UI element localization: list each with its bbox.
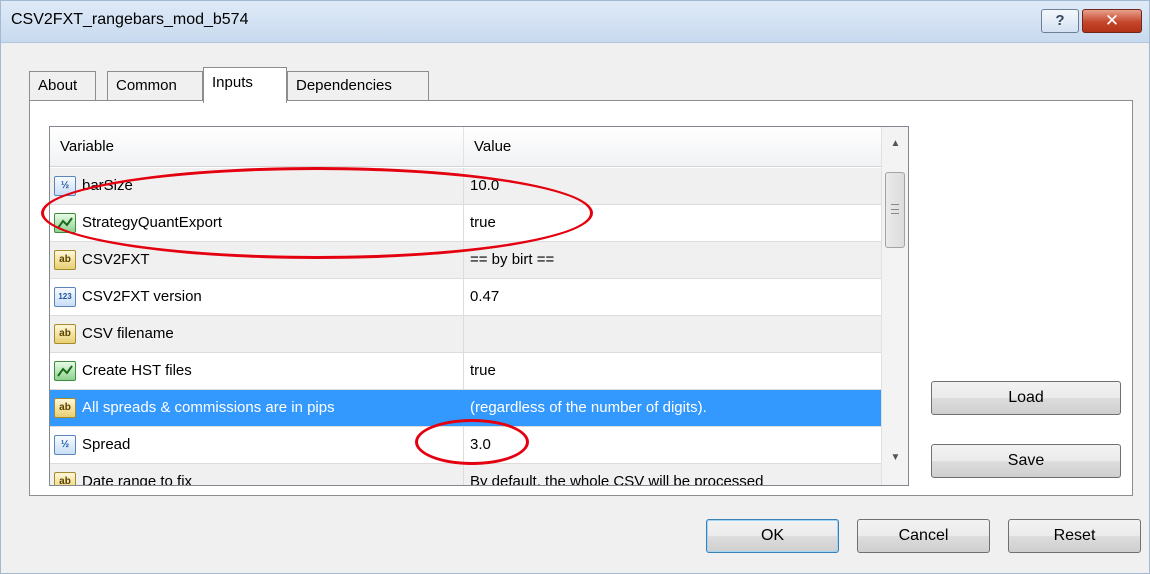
variable-cell: ab CSV2FXT bbox=[50, 242, 464, 278]
string-type-icon: ab bbox=[54, 472, 76, 485]
variable-name: Date range to fix bbox=[82, 473, 193, 486]
help-button[interactable]: ? bbox=[1041, 9, 1079, 33]
variable-name: CSV2FXT bbox=[82, 251, 150, 268]
value-cell[interactable]: (regardless of the number of digits). bbox=[464, 390, 882, 426]
value-cell[interactable]: true bbox=[464, 205, 882, 241]
value-cell[interactable]: true bbox=[464, 353, 882, 389]
grid-row-date-range[interactable]: ab Date range to fix By default, the who… bbox=[50, 464, 882, 486]
tab-about[interactable]: About bbox=[29, 71, 96, 101]
tab-dependencies[interactable]: Dependencies bbox=[287, 71, 429, 101]
variable-cell: ab CSV filename bbox=[50, 316, 464, 352]
value-cell[interactable]: == by birt == bbox=[464, 242, 882, 278]
variable-cell: ½ barSize bbox=[50, 168, 464, 204]
dialog-window: CSV2FXT_rangebars_mod_b574 ? ✕ About Com… bbox=[0, 0, 1150, 574]
grid-header: Variable Value bbox=[50, 127, 882, 167]
window-title: CSV2FXT_rangebars_mod_b574 bbox=[11, 11, 249, 28]
bool-type-icon bbox=[54, 213, 76, 233]
variable-name: CSV filename bbox=[82, 325, 174, 342]
load-button[interactable]: Load bbox=[931, 381, 1121, 415]
grid-row-csv-filename[interactable]: ab CSV filename bbox=[50, 316, 882, 353]
variable-cell: Create HST files bbox=[50, 353, 464, 389]
string-type-icon: ab bbox=[54, 250, 76, 270]
close-button[interactable]: ✕ bbox=[1082, 9, 1142, 33]
value-cell[interactable]: 10.0 bbox=[464, 168, 882, 204]
scrollbar-thumb[interactable] bbox=[885, 172, 905, 248]
grid-row-create-hst-files[interactable]: Create HST files true bbox=[50, 353, 882, 390]
value-cell[interactable]: 3.0 bbox=[464, 427, 882, 463]
double-type-icon: ½ bbox=[54, 435, 76, 455]
value-cell[interactable]: 0.47 bbox=[464, 279, 882, 315]
cancel-button[interactable]: Cancel bbox=[857, 519, 990, 553]
ok-button[interactable]: OK bbox=[706, 519, 839, 553]
variable-name: Spread bbox=[82, 436, 131, 453]
grid-row-spread[interactable]: ½ Spread 3.0 bbox=[50, 427, 882, 464]
grid-row-strategyquantexport[interactable]: StrategyQuantExport true bbox=[50, 205, 882, 242]
column-header-variable[interactable]: Variable bbox=[50, 127, 464, 167]
int-type-icon: 123 bbox=[54, 287, 76, 307]
variable-name: All spreads & commissions are in pips bbox=[82, 399, 335, 416]
column-header-value[interactable]: Value bbox=[464, 127, 882, 167]
reset-button[interactable]: Reset bbox=[1008, 519, 1141, 553]
vertical-scrollbar[interactable]: ▲ ▼ bbox=[881, 127, 908, 485]
grid-row-spreads-note[interactable]: ab All spreads & commissions are in pips… bbox=[50, 390, 882, 427]
variable-cell: ab All spreads & commissions are in pips bbox=[50, 390, 464, 426]
scroll-up-arrow-icon[interactable]: ▲ bbox=[882, 133, 908, 155]
variable-cell: ½ Spread bbox=[50, 427, 464, 463]
string-type-icon: ab bbox=[54, 398, 76, 418]
grip-icon bbox=[891, 204, 899, 214]
grid-row-csv2fxt[interactable]: ab CSV2FXT == by birt == bbox=[50, 242, 882, 279]
tab-inputs[interactable]: Inputs bbox=[203, 67, 287, 103]
title-bar: CSV2FXT_rangebars_mod_b574 ? ✕ bbox=[1, 1, 1149, 43]
value-cell[interactable] bbox=[464, 316, 882, 352]
variable-cell: ab Date range to fix bbox=[50, 464, 464, 486]
variable-name: Create HST files bbox=[82, 362, 192, 379]
value-cell[interactable]: By default, the whole CSV will be proces… bbox=[464, 464, 882, 485]
variable-cell: StrategyQuantExport bbox=[50, 205, 464, 241]
grid-row-csv2fxt-version[interactable]: 123 CSV2FXT version 0.47 bbox=[50, 279, 882, 316]
tab-common[interactable]: Common bbox=[107, 71, 203, 101]
grid-row-barsize[interactable]: ½ barSize 10.0 bbox=[50, 168, 882, 205]
scroll-down-arrow-icon[interactable]: ▼ bbox=[882, 447, 908, 469]
save-button[interactable]: Save bbox=[931, 444, 1121, 478]
variable-name: CSV2FXT version bbox=[82, 288, 202, 305]
variable-cell: 123 CSV2FXT version bbox=[50, 279, 464, 315]
inputs-grid[interactable]: Variable Value ½ barSize 10.0 StrategyQu… bbox=[49, 126, 909, 486]
variable-name: StrategyQuantExport bbox=[82, 214, 223, 231]
string-type-icon: ab bbox=[54, 324, 76, 344]
bool-type-icon bbox=[54, 361, 76, 381]
variable-name: barSize bbox=[82, 177, 133, 194]
double-type-icon: ½ bbox=[54, 176, 76, 196]
